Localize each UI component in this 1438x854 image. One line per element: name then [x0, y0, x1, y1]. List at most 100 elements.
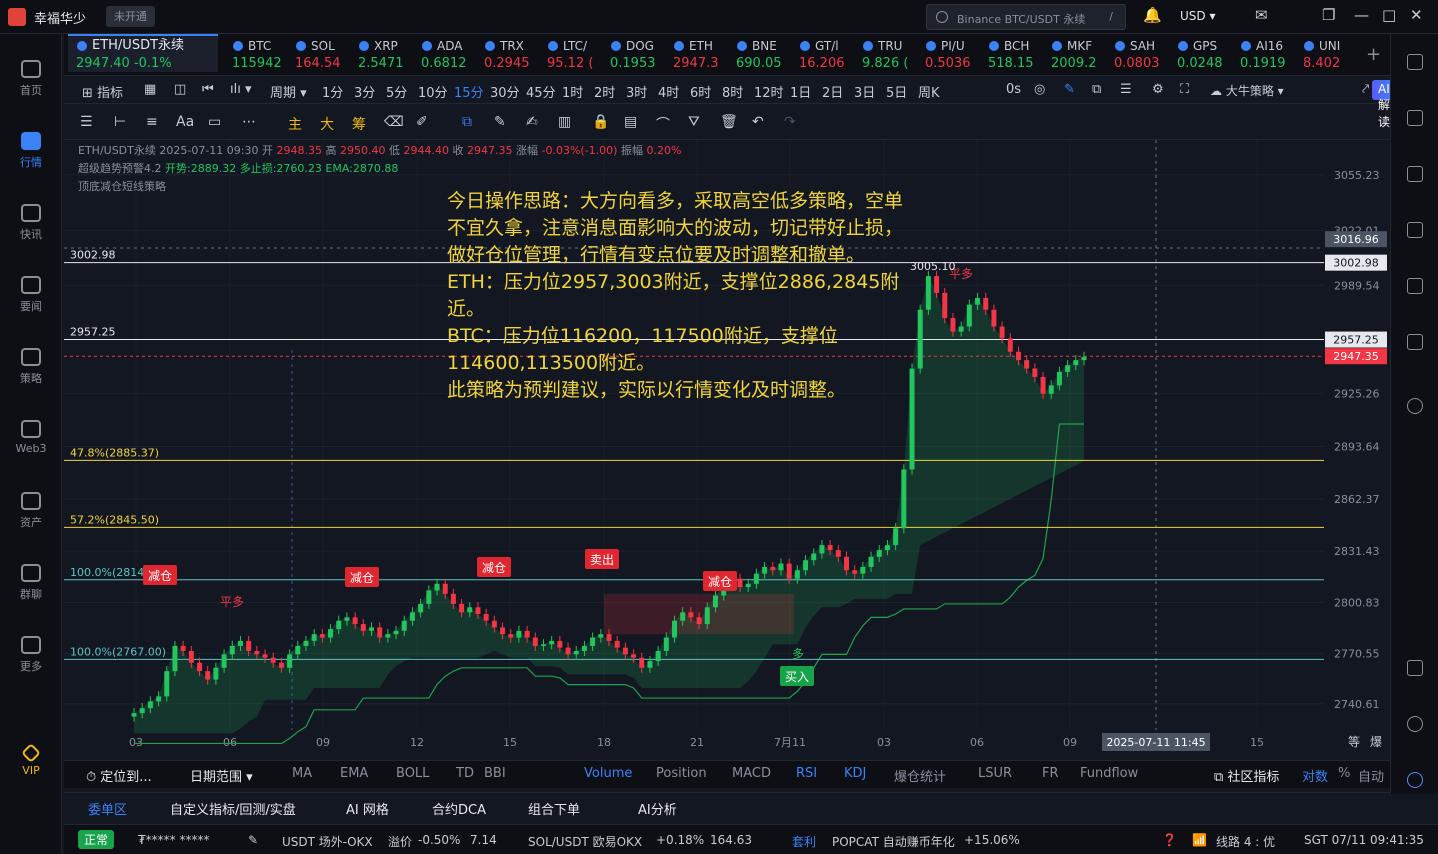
minimize-icon[interactable]: —	[1354, 6, 1369, 24]
redo-icon[interactable]: ↷	[784, 114, 796, 130]
panel-icon[interactable]	[1407, 660, 1423, 676]
interval-16[interactable]: 3日	[854, 82, 875, 101]
interval-11[interactable]: 6时	[690, 82, 711, 101]
camera-icon[interactable]: ◎	[1034, 82, 1045, 97]
undo-icon[interactable]: ↶	[752, 114, 764, 130]
eraser-icon[interactable]: ⌫	[384, 114, 404, 130]
interval-18[interactable]: 周K	[918, 82, 940, 101]
locate-button[interactable]: ⏱ 定位到...	[86, 766, 152, 785]
panel-tab-3[interactable]: 合约DCA	[432, 799, 486, 818]
multiline-icon[interactable]: ≡	[146, 114, 158, 130]
sidebar-item-1[interactable]: 行情	[0, 132, 62, 170]
panel-tab-0[interactable]: 委单区	[88, 799, 127, 818]
panel-tab-4[interactable]: 组合下单	[528, 799, 580, 818]
list-icon[interactable]: ☰	[1120, 82, 1132, 97]
layout-icon[interactable]: ◫	[174, 82, 186, 97]
ruler-icon[interactable]: ▭	[208, 114, 221, 130]
sidebar-item-6[interactable]: 资产	[0, 492, 62, 530]
indicator-tab-10[interactable]: 爆仓统计	[894, 766, 946, 785]
ticker-tab[interactable]: BCH 518.15	[988, 38, 1051, 72]
mail-icon[interactable]: ✉	[1255, 6, 1268, 24]
indicator-tab-3[interactable]: TD	[456, 766, 474, 781]
ticker-tab[interactable]: PI/U 0.5036	[925, 38, 988, 72]
copy-icon[interactable]: ⧉	[1092, 82, 1101, 97]
ticker-tab[interactable]: MKF 2009.2	[1051, 38, 1114, 72]
indicator-tab-0[interactable]: MA	[292, 766, 312, 781]
more-icon[interactable]: ⋯	[242, 114, 256, 130]
ticker-tab[interactable]: ETH 2947.3	[673, 38, 736, 72]
auto-toggle[interactable]: 自动	[1358, 766, 1384, 785]
trash-icon[interactable]: 🗑	[720, 114, 738, 130]
currency-select[interactable]: USD ▾	[1180, 9, 1215, 23]
interval-1[interactable]: 3分	[354, 82, 375, 101]
calendar-icon[interactable]: ▦	[144, 82, 156, 97]
cycle-select[interactable]: 周期 ▾	[270, 82, 307, 101]
pencil-icon[interactable]: ✎	[1064, 82, 1075, 97]
sidebar-item-2[interactable]: 快讯	[0, 204, 62, 242]
interval-3[interactable]: 10分	[418, 82, 448, 101]
tool-da[interactable]: 大	[320, 114, 334, 134]
indicator-tab-9[interactable]: KDJ	[844, 766, 866, 781]
interval-2[interactable]: 5分	[386, 82, 407, 101]
edit-icon[interactable]: ▤	[624, 114, 637, 130]
search-input[interactable]: Binance BTC/USDT 永续 /	[926, 4, 1126, 30]
order-book-icon[interactable]	[1407, 54, 1423, 70]
ticker-tab[interactable]: XRP 2.5471	[358, 38, 421, 72]
headset-icon[interactable]	[1407, 716, 1423, 732]
ticker-tab[interactable]: AI16 0.1919	[1240, 38, 1303, 72]
percent-toggle[interactable]: %	[1338, 766, 1350, 781]
tool-zhu[interactable]: 主	[288, 114, 302, 134]
indicator-tab-7[interactable]: MACD	[732, 766, 771, 781]
bot-icon[interactable]	[1407, 772, 1423, 788]
sidebar-item-8[interactable]: 更多	[0, 636, 62, 674]
indicator-tab-2[interactable]: BOLL	[396, 766, 429, 781]
subscription-badge[interactable]: 未开通	[106, 6, 155, 27]
ticker-tab[interactable]: SOL 164.54	[295, 38, 358, 72]
ticker-tab[interactable]: GT/l 16.206	[799, 38, 862, 72]
brush-icon[interactable]: ✐	[416, 114, 428, 130]
signal-icon[interactable]	[1407, 222, 1423, 238]
indicator-tab-5[interactable]: Volume	[584, 766, 632, 781]
help-icon[interactable]: ❓	[1162, 833, 1177, 847]
price-chart[interactable]: 3055.233022.012989.542957.252925.262893.…	[64, 140, 1390, 754]
share-icon[interactable]: ⤤	[1362, 82, 1369, 97]
add-ticker-icon[interactable]: +	[1366, 44, 1381, 65]
interval-15[interactable]: 2日	[822, 82, 843, 101]
popcat-label[interactable]: POPCAT 自动赚币年化	[832, 833, 955, 850]
pen-icon[interactable]: ✎	[494, 114, 506, 130]
interval-14[interactable]: 1日	[790, 82, 811, 101]
sidebar-item-5[interactable]: Web3	[0, 420, 62, 455]
interval-4[interactable]: 15分	[454, 82, 484, 101]
line-status[interactable]: 线路 4 : 优	[1216, 833, 1275, 850]
sidebar-item-0[interactable]: 首页	[0, 60, 62, 98]
panel-tab-1[interactable]: 自定义指标/回测/实盘	[170, 799, 296, 818]
replay-icon[interactable]: ⏮	[202, 82, 214, 97]
arbitrage-badge[interactable]: 套利	[792, 833, 816, 850]
ticker-tab[interactable]: SAH 0.0803	[1114, 38, 1177, 72]
tool-chou[interactable]: 筹	[352, 114, 366, 134]
marker-icon[interactable]: ✍	[526, 114, 538, 130]
interval-17[interactable]: 5日	[886, 82, 907, 101]
panel-tab-2[interactable]: AI 网格	[346, 799, 389, 818]
interval-13[interactable]: 12时	[754, 82, 784, 101]
ticker-tab[interactable]: GPS 0.0248	[1177, 38, 1240, 72]
user-name[interactable]: 幸福华少	[34, 8, 86, 27]
sidebar-item-4[interactable]: 策略	[0, 348, 62, 386]
magnet-icon[interactable]: ⌒	[656, 114, 670, 134]
close-icon[interactable]: ✕	[1410, 6, 1423, 24]
settings-icon[interactable]: ⚙	[1152, 82, 1164, 97]
dollar-icon[interactable]	[1407, 166, 1423, 182]
log-scale-toggle[interactable]: 对数	[1302, 766, 1328, 785]
indicator-tab-8[interactable]: RSI	[796, 766, 817, 781]
ticker-tab[interactable]: BNE 690.05	[736, 38, 799, 72]
indicator-tab-12[interactable]: FR	[1042, 766, 1059, 781]
fullscreen-icon[interactable]: ⛶	[1180, 82, 1189, 97]
interval-12[interactable]: 8时	[722, 82, 743, 101]
window-icon[interactable]: ❐	[1322, 6, 1335, 24]
indicator-tab-1[interactable]: EMA	[340, 766, 368, 781]
sol-pair[interactable]: SOL/USDT 欧易OKX	[528, 833, 642, 850]
bars-icon[interactable]: ▥	[558, 114, 571, 130]
ticker-tab[interactable]: UNI 8.402	[1303, 38, 1366, 72]
interval-8[interactable]: 2时	[594, 82, 615, 101]
indicator-tab-4[interactable]: BBI	[484, 766, 506, 781]
